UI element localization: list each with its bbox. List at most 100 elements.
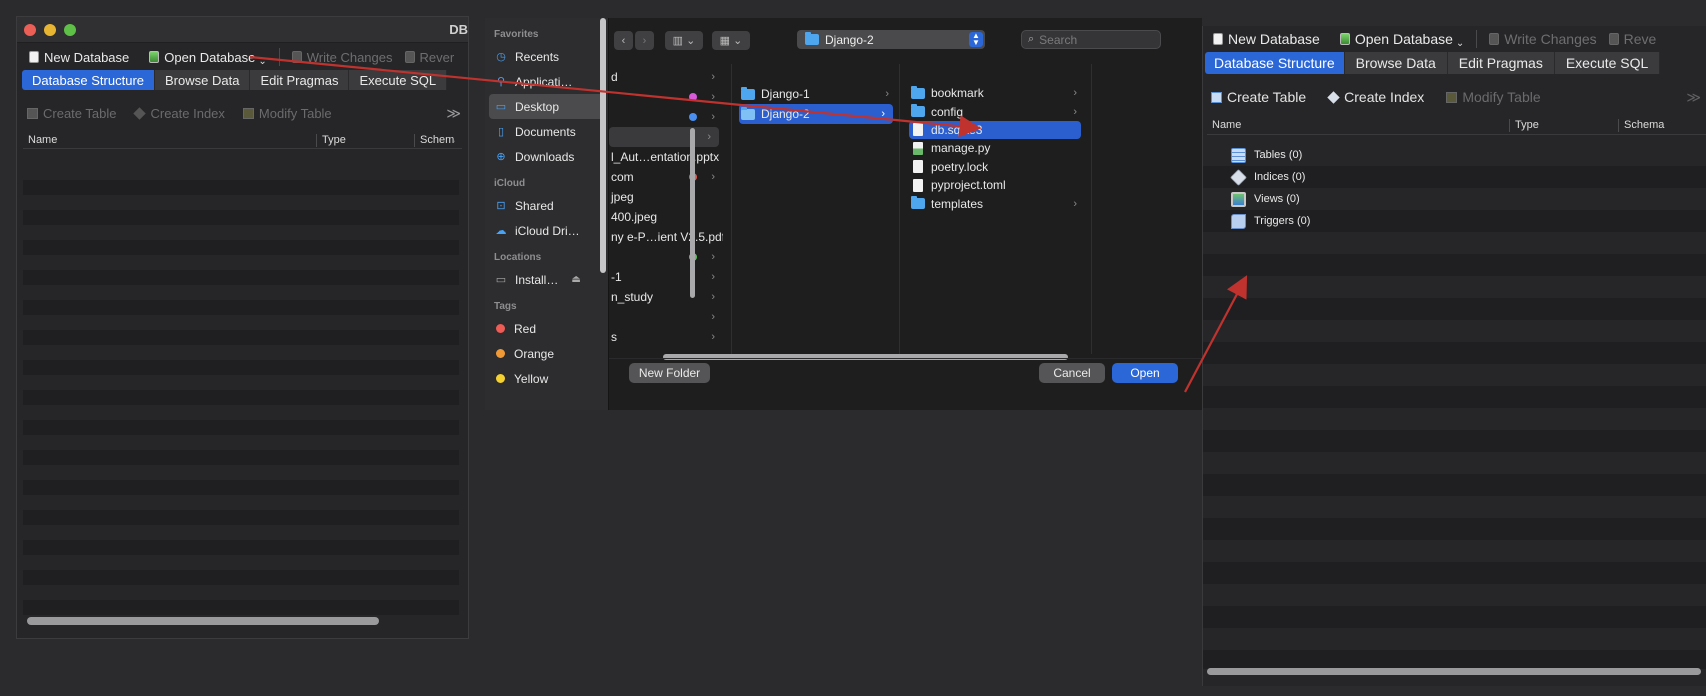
sidebar-item-shared[interactable]: ⊡ Shared (485, 193, 608, 218)
tab-execute-sql[interactable]: Execute SQL (349, 70, 448, 90)
file-row[interactable]: › (609, 247, 723, 267)
file-row[interactable]: n_study › (609, 287, 723, 307)
open-database-button[interactable]: Open Database ⌄ (149, 48, 267, 67)
create-index-button[interactable]: Create Index (133, 106, 225, 121)
file-row[interactable]: › (609, 107, 723, 127)
file-row[interactable]: l_Aut…entation.pptx (609, 147, 723, 167)
file-row[interactable]: ny e-P…ient V2.5.pdf (609, 227, 723, 247)
file-row[interactable]: s › (609, 327, 723, 347)
column-header-type[interactable]: Type (317, 133, 415, 147)
tab-database-structure[interactable]: Database Structure (22, 70, 156, 90)
modify-table-button[interactable]: Modify Table (242, 106, 332, 121)
tree-item[interactable]: Tables (0) (1203, 144, 1706, 166)
file-row[interactable]: -1 › (609, 267, 723, 287)
new-database-label: New Database (44, 49, 130, 65)
column-divider (731, 64, 732, 354)
tab-edit-pragmas[interactable]: Edit Pragmas (250, 70, 350, 90)
more-tools-icon[interactable]: ≫ (1686, 89, 1701, 106)
revert-changes-button[interactable]: Reve (1608, 31, 1656, 47)
sidebar-scrollbar[interactable] (600, 18, 606, 273)
open-database-icon (1339, 33, 1350, 45)
path-selector[interactable]: Django-2 ▲ ▼ (797, 30, 985, 49)
column-header-schema[interactable]: Schema (415, 134, 455, 147)
sidebar-item-downloads[interactable]: ⊕ Downloads (485, 144, 608, 169)
file-row[interactable]: pyproject.toml (905, 176, 1085, 194)
file-row-label: manage.py (931, 141, 991, 156)
new-database-button[interactable]: New Database (29, 50, 129, 65)
tab-database-structure[interactable]: Database Structure (1205, 52, 1345, 74)
sidebar-item-desktop[interactable]: ▭ Desktop (489, 94, 604, 119)
tree-item[interactable]: Views (0) (1203, 188, 1706, 210)
column-header-schema[interactable]: Schema (1619, 119, 1689, 132)
back-button[interactable]: ‹ (614, 31, 633, 50)
new-database-icon (1213, 33, 1223, 45)
create-table-button[interactable]: Create Table (1211, 89, 1306, 105)
chevron-down-icon[interactable]: ⌄ (258, 56, 266, 67)
tree-item[interactable]: Triggers (0) (1203, 210, 1706, 232)
file-row[interactable]: db.sqlite3 (909, 120, 1081, 140)
sidebar-item-recents[interactable]: ◷ Recents (485, 44, 608, 69)
structure-tree-empty (23, 165, 459, 615)
sidebar-item-install[interactable]: ▭ Install… ⏏ (485, 267, 608, 292)
revert-changes-button[interactable]: Rever (404, 50, 454, 65)
write-changes-button[interactable]: Write Changes (291, 50, 393, 65)
forward-button[interactable]: › (635, 31, 654, 50)
file-row[interactable]: templates › (905, 194, 1085, 212)
close-window-button[interactable] (24, 23, 36, 36)
tree-item[interactable]: Indices (0) (1203, 166, 1706, 188)
eject-icon[interactable]: ⏏ (571, 274, 580, 285)
new-database-button[interactable]: New Database (1213, 31, 1320, 47)
more-tools-icon[interactable]: ≫ (446, 105, 461, 122)
file-row[interactable]: poetry.lock (905, 158, 1085, 176)
chevron-down-icon[interactable]: ⌄ (1456, 38, 1464, 49)
open-database-button[interactable]: Open Database ⌄ (1339, 29, 1464, 49)
file-row[interactable]: config › (905, 102, 1085, 120)
view-mode-button[interactable]: ▥ ⌄ (665, 31, 703, 50)
folder-row[interactable]: Django-1 › (735, 84, 897, 104)
file-row[interactable]: jpeg (609, 187, 723, 207)
folder-icon (741, 86, 755, 100)
main-tabs: Database Structure Browse Data Edit Prag… (22, 70, 468, 90)
file-row[interactable]: › (609, 87, 723, 107)
path-label: Django-2 (825, 32, 874, 47)
column-1-scrollbar[interactable] (690, 128, 695, 298)
minimize-window-button[interactable] (44, 23, 56, 36)
open-button[interactable]: Open (1112, 363, 1178, 383)
create-index-button[interactable]: Create Index (1327, 89, 1424, 105)
modify-table-button[interactable]: Modify Table (1446, 89, 1541, 105)
search-field[interactable]: ⌕ Search (1021, 30, 1161, 49)
python-file-icon (913, 141, 923, 155)
file-row[interactable]: bookmark › (905, 84, 1085, 102)
tab-browse-data[interactable]: Browse Data (1344, 52, 1448, 74)
file-row[interactable]: manage.py (905, 139, 1085, 157)
sidebar-item-label: Orange (514, 346, 555, 361)
file-icon (913, 178, 923, 192)
create-table-button[interactable]: Create Table (27, 106, 116, 121)
horizontal-scrollbar[interactable] (27, 617, 379, 625)
tab-edit-pragmas[interactable]: Edit Pragmas (1447, 52, 1555, 74)
file-row[interactable]: com › (609, 167, 723, 187)
column-header-type[interactable]: Type (1510, 119, 1619, 132)
file-row[interactable]: d › (609, 67, 723, 87)
sidebar-item-applications[interactable]: ⚲ Applicati… (485, 69, 608, 94)
column-header-name[interactable]: Name (1207, 119, 1510, 132)
sidebar-tag-yellow[interactable]: Yellow (485, 366, 608, 391)
write-changes-button[interactable]: Write Changes (1489, 31, 1597, 47)
sidebar-item-documents[interactable]: ▯ Documents (485, 119, 608, 144)
zoom-window-button[interactable] (64, 23, 76, 36)
horizontal-scrollbar[interactable] (1207, 668, 1701, 675)
folder-row[interactable]: Django-2 › (739, 104, 893, 124)
new-folder-button[interactable]: New Folder (629, 363, 710, 383)
tab-execute-sql[interactable]: Execute SQL (1554, 52, 1661, 74)
sidebar-item-icloud-drive[interactable]: ☁ iCloud Dri… (485, 218, 608, 243)
sidebar-tag-orange[interactable]: Orange (485, 341, 608, 366)
group-mode-button[interactable]: ▦ ⌄ (712, 31, 750, 50)
file-row[interactable]: 400.jpeg (609, 207, 723, 227)
sidebar-tag-red[interactable]: Red (485, 316, 608, 341)
tab-browse-data[interactable]: Browse Data (155, 70, 251, 90)
file-row[interactable]: › (609, 127, 719, 147)
file-row[interactable]: › (609, 307, 723, 327)
cancel-button[interactable]: Cancel (1039, 363, 1105, 383)
column-header-name[interactable]: Name (23, 133, 317, 147)
download-icon: ⊕ (496, 151, 506, 163)
